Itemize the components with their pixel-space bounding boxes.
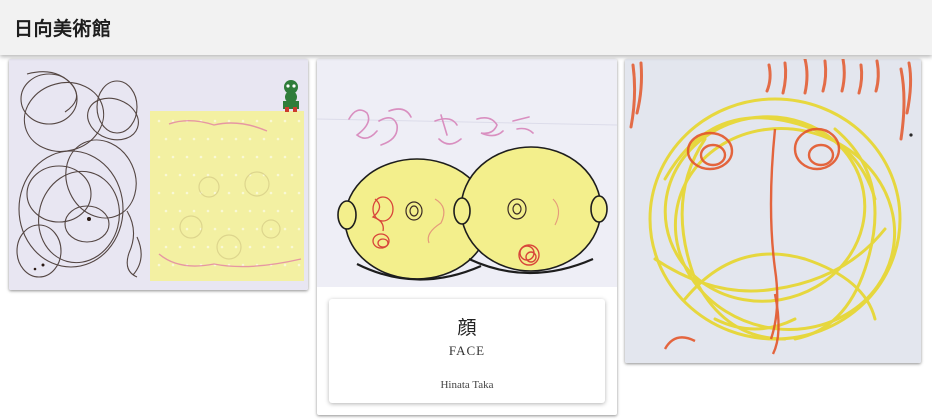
artwork-title: 顔 [457, 317, 477, 339]
crayon-drawing-image[interactable] [625, 59, 921, 363]
scribble-drawing-image[interactable] [9, 59, 308, 290]
app-bar: 日向美術館 [0, 0, 932, 55]
gallery-card-1[interactable] [9, 59, 308, 290]
face-drawing-image[interactable] [317, 59, 617, 287]
app-title[interactable]: 日向美術館 [14, 14, 112, 41]
artwork-info-panel: 顔 FACE Hinata Taka [329, 299, 605, 403]
artwork-subtitle: FACE [448, 343, 486, 358]
gallery-card-3[interactable] [625, 59, 921, 363]
gallery-card-2[interactable]: 顔 FACE Hinata Taka [317, 59, 617, 415]
artwork-artist: Hinata Taka [440, 379, 494, 391]
